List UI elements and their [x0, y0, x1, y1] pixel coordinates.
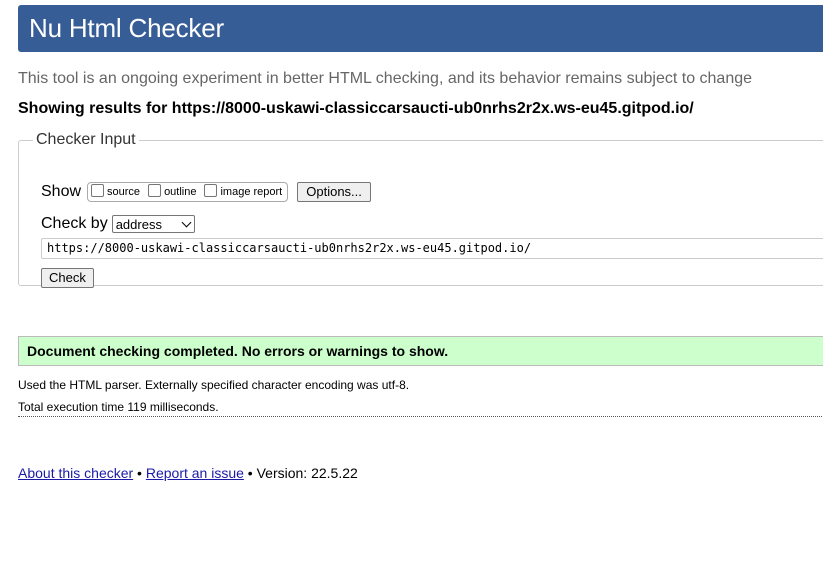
- execution-time: Total execution time 119 milliseconds.: [18, 400, 219, 414]
- checker-input-legend: Checker Input: [36, 131, 136, 148]
- source-label: source: [107, 186, 141, 198]
- results-heading: Showing results for https://8000-uskawi-…: [18, 100, 694, 118]
- url-input[interactable]: https://8000-uskawi-classiccarsaucti-ub0…: [41, 238, 823, 259]
- tagline: This tool is an ongoing experiment in be…: [18, 70, 753, 87]
- result-details: Used the HTML parser. Externally specifi…: [18, 374, 409, 418]
- show-image-report-option[interactable]: image report: [204, 183, 283, 199]
- image-report-label: image report: [220, 186, 283, 198]
- outline-label: outline: [164, 186, 197, 198]
- show-outline-option[interactable]: outline: [148, 183, 197, 199]
- source-checkbox[interactable]: [91, 183, 105, 197]
- page-title: Nu Html Checker: [29, 13, 224, 43]
- show-label: Show: [41, 183, 82, 200]
- about-link[interactable]: About this checker: [18, 465, 133, 481]
- chevron-down-icon: [181, 217, 192, 228]
- page: Nu Html Checker This tool is an ongoing …: [0, 0, 823, 572]
- outline-checkbox[interactable]: [148, 183, 162, 197]
- show-options-group: source outline image report: [87, 182, 289, 202]
- check-by-row: Check by address: [41, 215, 195, 233]
- footer: About this checker • Report an issue • V…: [18, 465, 358, 481]
- image-report-checkbox[interactable]: [204, 183, 218, 197]
- version-text: • Version: 22.5.22: [243, 465, 358, 481]
- options-button[interactable]: Options...: [297, 182, 371, 202]
- show-row: Show source outline image report Options…: [41, 182, 371, 202]
- footer-separator: •: [133, 465, 146, 481]
- show-source-option[interactable]: source: [91, 183, 141, 199]
- check-button[interactable]: Check: [41, 268, 94, 288]
- header-banner: Nu Html Checker: [18, 5, 823, 52]
- results-url: https://8000-uskawi-classiccarsaucti-ub0…: [171, 100, 694, 117]
- result-success-message: Document checking completed. No errors o…: [18, 336, 823, 366]
- report-issue-link[interactable]: Report an issue: [146, 465, 244, 481]
- results-prefix: Showing results for: [18, 100, 172, 117]
- check-by-label: Check by: [41, 215, 108, 232]
- divider: [18, 416, 823, 417]
- check-by-select[interactable]: address: [111, 215, 195, 233]
- parser-info: Used the HTML parser. Externally specifi…: [18, 378, 410, 392]
- checker-input-fieldset: Checker Input Show source outline image …: [18, 131, 823, 288]
- check-by-value: address: [115, 216, 162, 232]
